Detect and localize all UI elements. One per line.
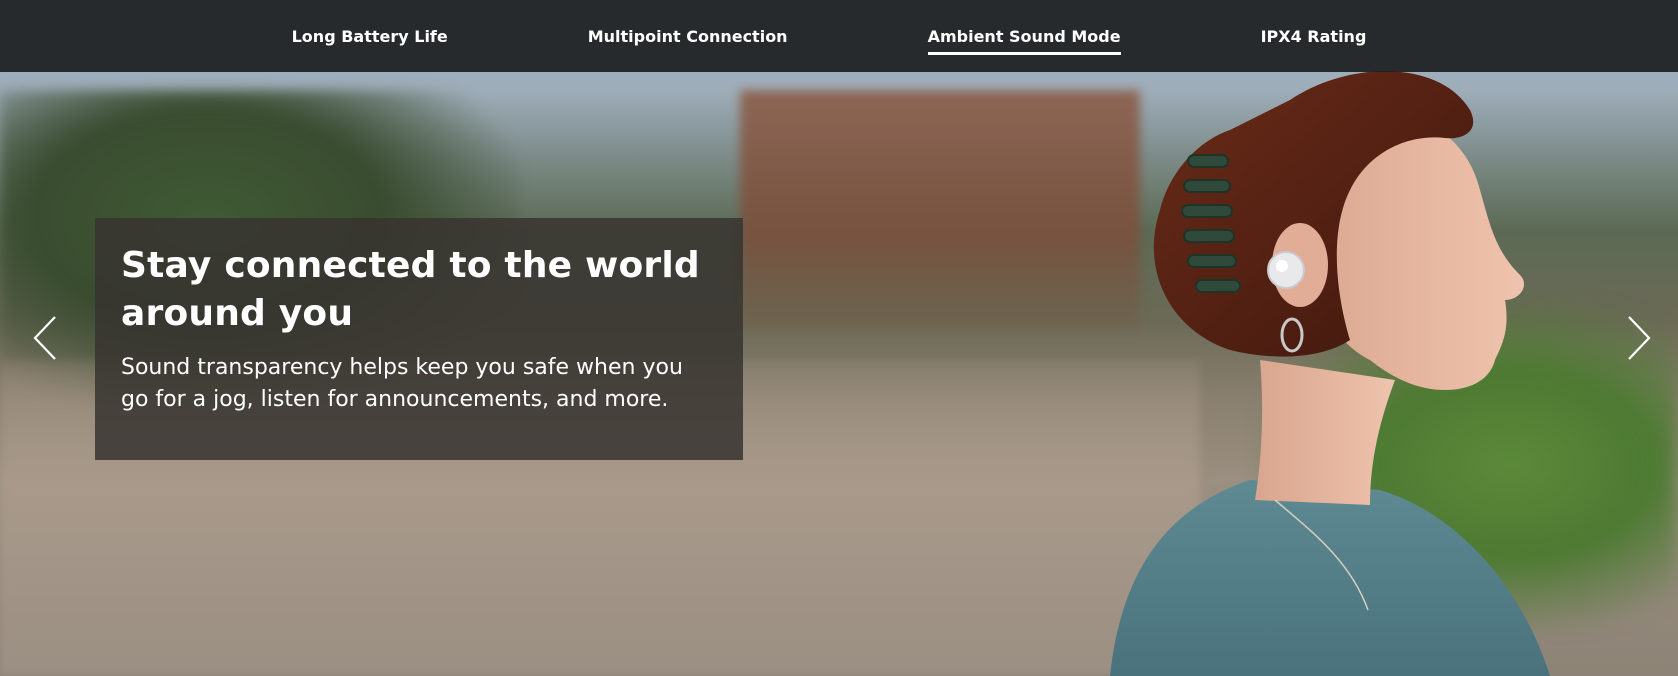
chevron-right-icon [1628,316,1651,360]
background-grass [1258,300,1678,630]
tab-ambient-sound-mode[interactable]: Ambient Sound Mode [858,0,1191,72]
background-building [740,90,1140,330]
feature-tabs: Long Battery Life Multipoint Connection … [222,0,1437,72]
hero-carousel: Long Battery Life Multipoint Connection … [0,0,1678,676]
previous-slide-button[interactable] [28,312,62,364]
chevron-left-icon [33,316,56,360]
slide-heading: Stay connected to the world around you [121,245,700,334]
tab-ipx4-rating[interactable]: IPX4 Rating [1191,0,1437,72]
feature-tab-bar: Long Battery Life Multipoint Connection … [0,0,1678,72]
tab-multipoint-connection[interactable]: Multipoint Connection [518,0,858,72]
slide-caption: Stay connected to the world around you S… [95,218,743,460]
next-slide-button[interactable] [1622,312,1656,364]
slide-description: Sound transparency helps keep you safe w… [121,355,683,412]
tab-long-battery-life[interactable]: Long Battery Life [222,0,518,72]
